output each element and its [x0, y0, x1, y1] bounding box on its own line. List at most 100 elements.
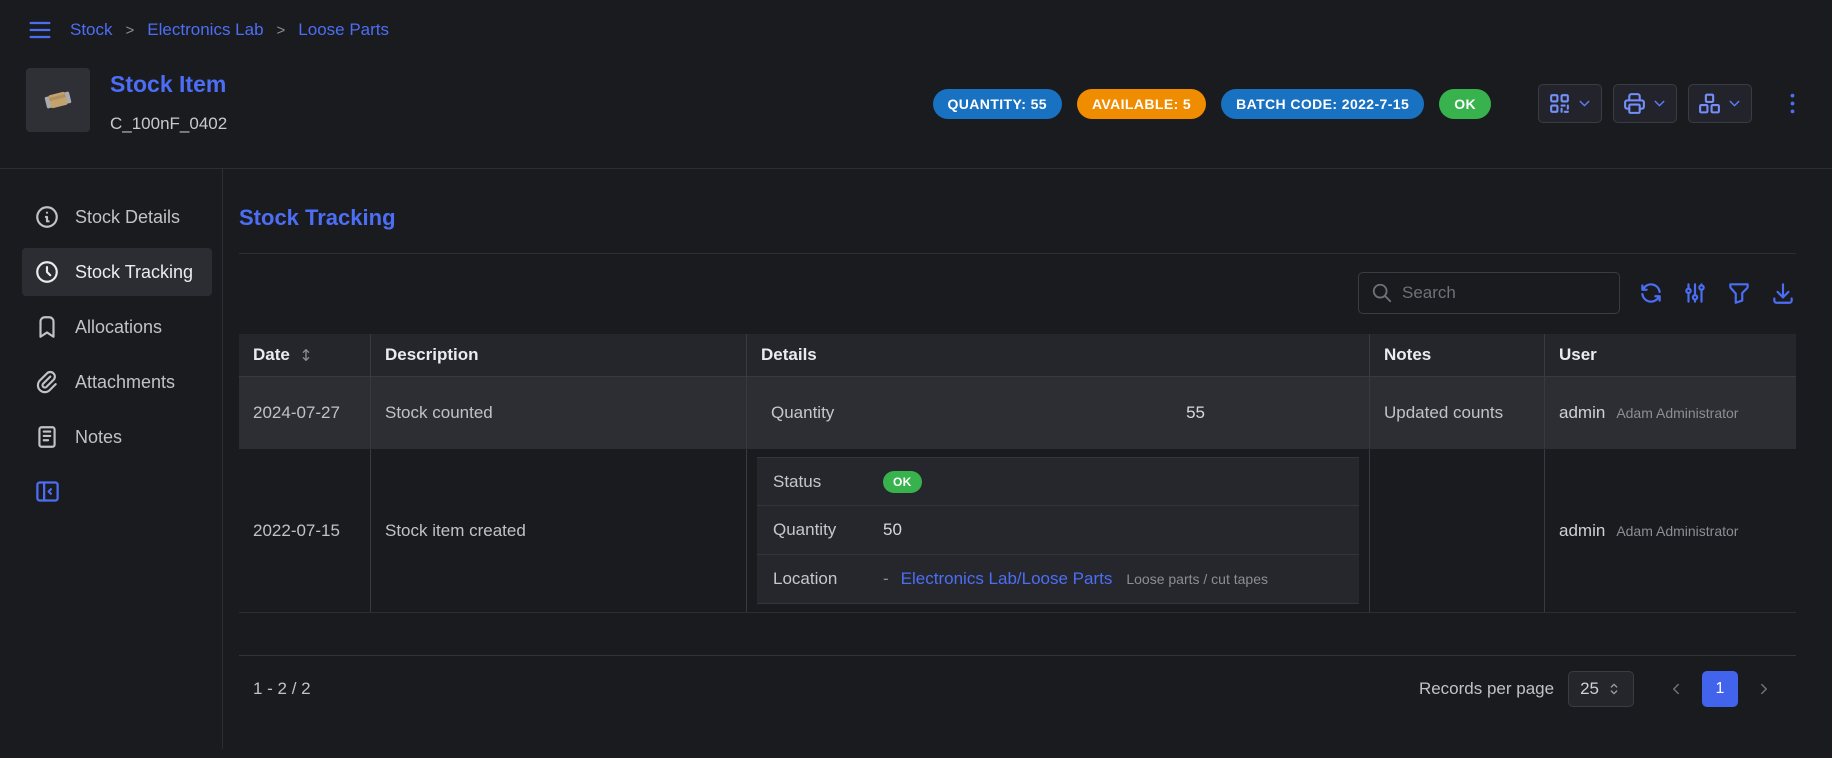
- qrcode-icon: [1547, 91, 1572, 116]
- panel-divider: [239, 253, 1796, 254]
- chevron-down-icon: [1726, 95, 1743, 112]
- breadcrumb-separator: >: [126, 22, 135, 39]
- printer-icon: [1622, 91, 1647, 116]
- paperclip-icon: [34, 369, 60, 395]
- batch-code-badge: BATCH CODE: 2022-7-15: [1221, 89, 1424, 119]
- user-full-name: Adam Administrator: [1616, 523, 1738, 539]
- search-icon: [1371, 282, 1393, 304]
- table-row[interactable]: 2024-07-27 Stock counted Quantity 55 Upd…: [239, 377, 1796, 449]
- pagination: 1: [1658, 671, 1782, 707]
- sidebar-item-stock-details[interactable]: Stock Details: [22, 193, 212, 241]
- sidebar-item-stock-tracking[interactable]: Stock Tracking: [22, 248, 212, 296]
- search-input[interactable]: [1402, 283, 1607, 303]
- cell-notes: [1369, 449, 1544, 612]
- print-actions-button[interactable]: [1613, 84, 1677, 123]
- detail-key: Quantity: [773, 520, 883, 540]
- dots-menu-icon[interactable]: [1779, 90, 1806, 117]
- search-box[interactable]: [1358, 272, 1620, 314]
- breadcrumb-separator: >: [277, 22, 286, 39]
- detail-value: 50: [883, 520, 902, 540]
- cell-description: Stock item created: [370, 449, 746, 612]
- user-full-name: Adam Administrator: [1616, 405, 1738, 421]
- column-header-notes[interactable]: Notes: [1369, 334, 1544, 376]
- records-per-page-label: Records per page: [1419, 679, 1554, 699]
- stock-item-name: C_100nF_0402: [110, 114, 227, 134]
- sidebar-item-notes[interactable]: Notes: [22, 413, 212, 461]
- cell-notes: Updated counts: [1369, 377, 1544, 448]
- location-prefix: -: [883, 569, 889, 589]
- barcode-actions-button[interactable]: [1538, 84, 1602, 123]
- quantity-badge: QUANTITY: 55: [933, 89, 1062, 119]
- sidebar-collapse-icon[interactable]: [34, 478, 61, 505]
- previous-page-button[interactable]: [1658, 671, 1694, 707]
- username: admin: [1559, 403, 1605, 423]
- cell-details: Status OK Quantity 50 Location - Electro…: [746, 449, 1369, 612]
- download-icon[interactable]: [1770, 280, 1796, 306]
- stock-actions-icon: [1697, 91, 1722, 116]
- header-actions: [1538, 84, 1752, 123]
- sort-icon[interactable]: [298, 347, 314, 363]
- detail-row-location: Location - Electronics Lab/Loose Parts L…: [757, 555, 1359, 604]
- adjustments-icon[interactable]: [1682, 280, 1708, 306]
- breadcrumb-link-stock[interactable]: Stock: [70, 20, 113, 40]
- breadcrumb-link-loose-parts[interactable]: Loose Parts: [298, 20, 389, 40]
- chevron-right-icon: [1755, 680, 1773, 698]
- selector-icon: [1606, 681, 1622, 697]
- record-range: 1 - 2 / 2: [253, 679, 311, 699]
- records-per-page-select[interactable]: 25: [1568, 671, 1634, 707]
- page-title: Stock Item: [110, 71, 227, 98]
- stock-actions-button[interactable]: [1688, 84, 1752, 123]
- chevron-down-icon: [1651, 95, 1668, 112]
- cell-date: 2024-07-27: [239, 377, 370, 448]
- page-number-button[interactable]: 1: [1702, 671, 1738, 707]
- chevron-down-icon: [1576, 95, 1593, 112]
- sidebar: Stock Details Stock Tracking Allocations: [0, 169, 223, 749]
- part-thumbnail[interactable]: [26, 68, 90, 132]
- table-header-row: Date Description Details Notes: [239, 334, 1796, 377]
- notes-icon: [34, 424, 60, 450]
- breadcrumb: Stock > Electronics Lab > Loose Parts: [70, 20, 389, 40]
- next-page-button[interactable]: [1746, 671, 1782, 707]
- detail-key: Status: [773, 472, 883, 492]
- sidebar-item-label: Attachments: [75, 372, 175, 393]
- cell-user: admin Adam Administrator: [1544, 449, 1796, 612]
- history-icon: [34, 259, 60, 285]
- table-row[interactable]: 2022-07-15 Stock item created Status OK …: [239, 449, 1796, 613]
- page-header: Stock Item C_100nF_0402 QUANTITY: 55 AVA…: [0, 56, 1832, 168]
- records-per-page-value: 25: [1580, 679, 1599, 699]
- detail-value: 55: [1186, 403, 1205, 423]
- topbar: Stock > Electronics Lab > Loose Parts: [0, 0, 1832, 56]
- info-icon: [34, 204, 60, 230]
- menu-icon[interactable]: [26, 16, 54, 44]
- detail-key: Location: [773, 569, 883, 589]
- breadcrumb-link-electronics-lab[interactable]: Electronics Lab: [147, 20, 263, 40]
- capacitor-image: [38, 80, 78, 120]
- column-header-date[interactable]: Date: [239, 334, 370, 376]
- available-badge: AVAILABLE: 5: [1077, 89, 1206, 119]
- detail-key: Quantity: [771, 403, 881, 423]
- refresh-icon[interactable]: [1638, 280, 1664, 306]
- filter-icon[interactable]: [1726, 280, 1752, 306]
- panel-title: Stock Tracking: [239, 205, 1796, 231]
- location-link[interactable]: Electronics Lab/Loose Parts: [901, 569, 1113, 589]
- main-panel: Stock Tracking: [223, 169, 1832, 749]
- table-footer: 1 - 2 / 2 Records per page 25: [239, 655, 1796, 722]
- table-toolbar: [239, 272, 1796, 314]
- sidebar-item-attachments[interactable]: Attachments: [22, 358, 212, 406]
- cell-details: Quantity 55: [746, 377, 1369, 448]
- sidebar-item-allocations[interactable]: Allocations: [22, 303, 212, 351]
- sidebar-item-label: Allocations: [75, 317, 162, 338]
- sidebar-item-label: Stock Tracking: [75, 262, 193, 283]
- username: admin: [1559, 521, 1605, 541]
- column-header-details[interactable]: Details: [746, 334, 1369, 376]
- stock-tracking-table: Date Description Details Notes: [239, 334, 1796, 722]
- column-header-user[interactable]: User: [1544, 334, 1796, 376]
- location-description: Loose parts / cut tapes: [1126, 571, 1268, 587]
- sidebar-item-label: Stock Details: [75, 207, 180, 228]
- cell-date: 2022-07-15: [239, 449, 370, 612]
- sidebar-item-label: Notes: [75, 427, 122, 448]
- detail-row-status: Status OK: [757, 457, 1359, 506]
- cell-description: Stock counted: [370, 377, 746, 448]
- bookmark-icon: [34, 314, 60, 340]
- column-header-description[interactable]: Description: [370, 334, 746, 376]
